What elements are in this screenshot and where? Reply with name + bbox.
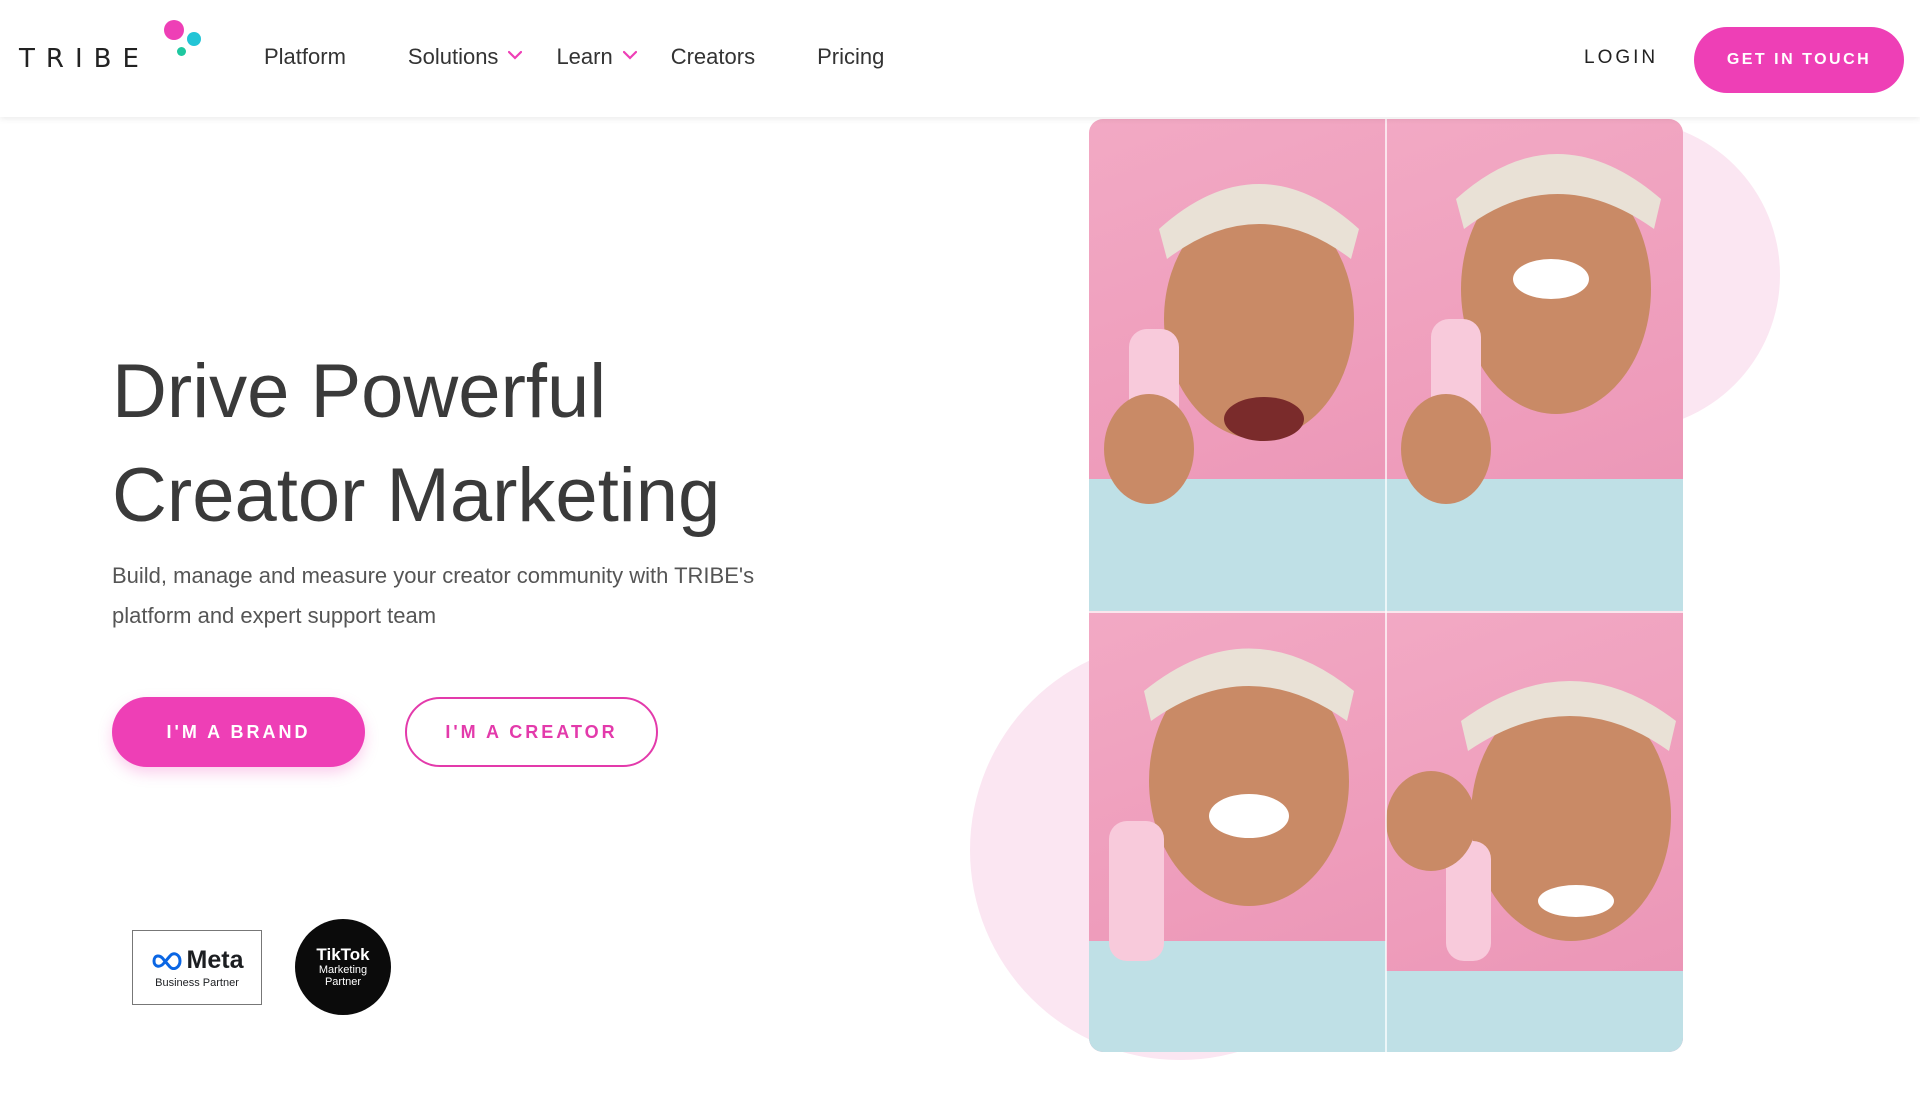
creator-photo-1	[1089, 119, 1386, 611]
hero-title-line-2: Creator Marketing	[112, 453, 721, 538]
hero-subtitle: Build, manage and measure your creator c…	[112, 556, 832, 636]
tiktok-sub-line-1: Marketing	[318, 964, 368, 976]
tiktok-name: TikTok	[316, 945, 370, 964]
meta-infinity-icon	[152, 951, 182, 970]
creator-photo-2	[1386, 119, 1683, 611]
nav-item-creators[interactable]: Creators	[671, 44, 755, 70]
hero-subtitle-line-1: Build, manage and measure your creator c…	[112, 563, 755, 588]
creator-photo-2-illustration	[1386, 154, 1683, 611]
meta-sub: Business Partner	[155, 977, 239, 989]
nav-label-platform: Platform	[264, 44, 346, 69]
creator-photo-4-illustration	[1386, 681, 1683, 1052]
creator-photo-1-illustration	[1089, 184, 1386, 611]
chevron-down-icon	[508, 50, 523, 60]
im-a-brand-button[interactable]: I'M A BRAND	[112, 697, 365, 767]
nav-item-learn[interactable]: Learn	[556, 44, 637, 70]
nav-item-solutions[interactable]: Solutions	[408, 44, 523, 70]
hero-title: Drive Powerful Creator Marketing	[112, 340, 872, 548]
nav-label-solutions: Solutions	[407, 44, 499, 69]
hero-subtitle-line-2: platform and expert support team	[112, 603, 437, 628]
logo-dot-pink-icon	[164, 20, 184, 40]
nav-label-creators: Creators	[670, 44, 756, 69]
im-a-creator-button[interactable]: I'M A CREATOR	[405, 697, 658, 767]
nav-item-pricing[interactable]: Pricing	[817, 44, 884, 70]
chevron-down-icon	[622, 50, 637, 60]
get-in-touch-button[interactable]: GET IN TOUCH	[1694, 27, 1904, 93]
site-header: TRIBE Platform Solutions Learn Creators …	[0, 0, 1920, 117]
meta-name: Meta	[186, 946, 244, 974]
creator-photo-4	[1386, 611, 1683, 1052]
meta-logo-row: Meta	[151, 946, 244, 975]
creator-photo-3-illustration	[1089, 648, 1386, 1052]
hero-title-line-1: Drive Powerful	[112, 349, 607, 434]
grid-divider-vertical	[1385, 119, 1387, 1052]
tribe-logo[interactable]: TRIBE	[19, 14, 209, 74]
tiktok-sub-line-2: Partner	[324, 976, 362, 988]
nav-label-learn: Learn	[556, 44, 613, 69]
main-nav: Platform Solutions Learn Creators Pricin…	[264, 44, 884, 70]
grid-divider-horizontal	[1089, 611, 1683, 613]
creator-photo-3	[1089, 611, 1386, 1052]
tiktok-marketing-partner-badge: TikTok Marketing Partner	[295, 919, 391, 1015]
login-link[interactable]: LOGIN	[1584, 47, 1658, 69]
meta-business-partner-badge: Meta Business Partner	[132, 930, 262, 1005]
logo-text: TRIBE	[19, 44, 150, 74]
logo-dot-green-icon	[177, 47, 186, 56]
nav-label-pricing: Pricing	[817, 44, 885, 69]
nav-item-platform[interactable]: Platform	[264, 44, 346, 70]
logo-dot-teal-icon	[187, 32, 201, 46]
